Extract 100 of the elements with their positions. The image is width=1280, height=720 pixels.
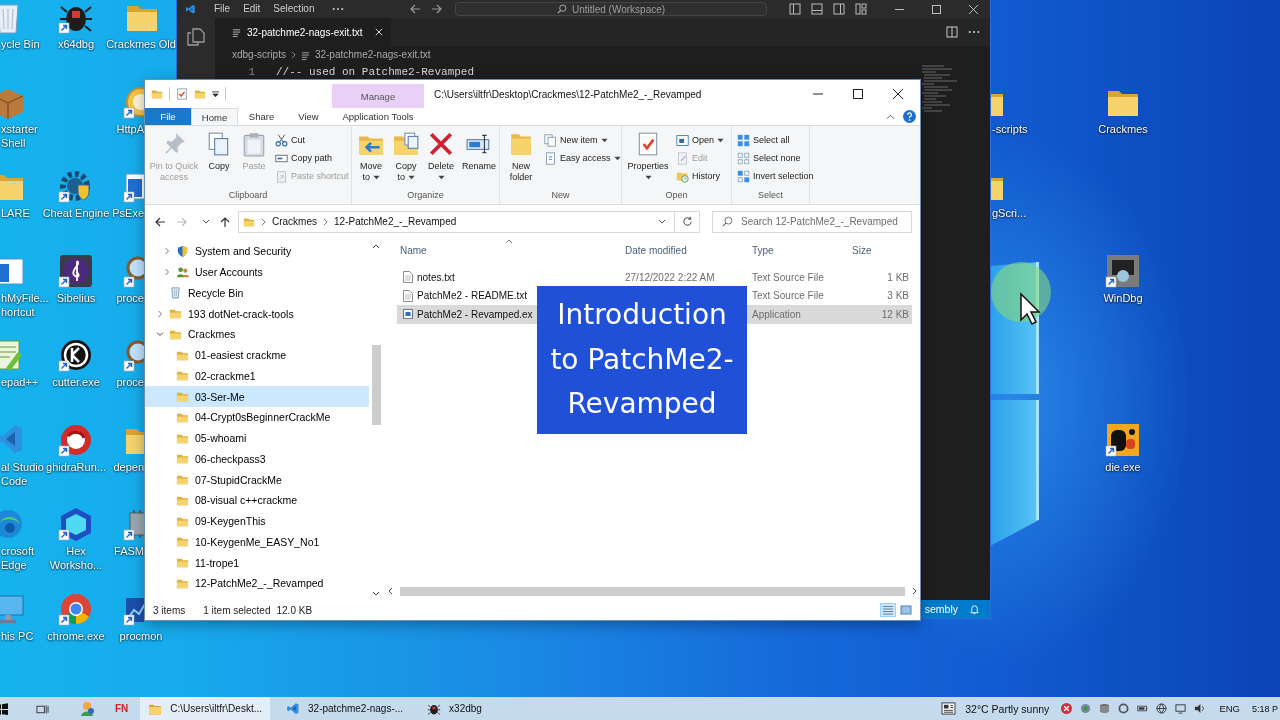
help-icon[interactable] (903, 110, 916, 123)
ribbon-button[interactable]: New item (542, 131, 623, 149)
clock[interactable]: 5:18 P (1251, 703, 1280, 714)
taskbar-window-button[interactable]: 32-patchme2-nags-... (278, 697, 412, 720)
close-icon[interactable] (893, 89, 903, 99)
column-header[interactable]: Type (745, 238, 848, 262)
files-icon[interactable] (187, 28, 205, 46)
chevron-left-icon[interactable] (388, 587, 393, 595)
tree-item[interactable]: 10-KeygenMe_EASY_No1 (145, 531, 369, 553)
disc-logo-icon[interactable] (58, 422, 94, 457)
language-indicator[interactable]: ENG (1219, 703, 1240, 714)
ribbon-tab[interactable]: Share (238, 108, 285, 125)
desktop-icon-label[interactable]: gScri... (992, 206, 1027, 220)
ribbon-button[interactable]: Move to (355, 130, 387, 184)
sidebar-toggle-icon[interactable] (789, 3, 801, 15)
chevron-up-icon[interactable] (372, 244, 380, 249)
taskbar-window-button[interactable]: C:\Users\iltfr\Deskt... (140, 697, 271, 720)
more-icon[interactable] (968, 30, 980, 34)
weather-button[interactable]: 32°C Partly sunny (937, 702, 1054, 715)
ribbon-button[interactable]: Copy path (273, 149, 351, 167)
ribbon-button[interactable]: Select all (735, 131, 816, 149)
breadcrumb-item[interactable]: xdbg-scripts (232, 49, 286, 61)
tree-item[interactable]: 193 dotNet-crack-tools (145, 303, 369, 324)
chevron-down-icon[interactable] (658, 219, 666, 224)
tree-item[interactable]: User Accounts (145, 261, 369, 283)
layout-icon[interactable] (855, 3, 867, 15)
ribbon-button[interactable]: History (674, 167, 727, 185)
scrollbar-thumb[interactable] (371, 345, 381, 425)
app-tray-icon[interactable] (1080, 703, 1092, 714)
ribbon-button[interactable]: New folder (503, 130, 539, 184)
tree-item[interactable]: System and Security (145, 241, 369, 262)
tree-item[interactable]: 03-Ser-Me (145, 386, 369, 407)
ribbon-button[interactable]: Copy to (390, 130, 422, 184)
chevron-right-icon[interactable] (261, 217, 266, 226)
ring-icon[interactable] (1118, 703, 1130, 714)
large-icons-view-icon[interactable] (898, 603, 914, 617)
secondary-sidebar-icon[interactable] (833, 3, 845, 15)
music-icon[interactable] (58, 253, 94, 288)
tree-item[interactable]: 07-StupidCrackMe (145, 469, 369, 490)
command-center-field[interactable]: Untitled (Workspace) (455, 2, 767, 16)
maximize-icon[interactable] (853, 89, 863, 99)
tree-item[interactable]: Recycle Bin (145, 282, 369, 304)
search-field[interactable]: Search 12-PatchMe2_-_Revamped (712, 210, 912, 233)
chevron-right-icon[interactable] (323, 217, 328, 226)
ribbon-tab[interactable]: View (285, 108, 332, 125)
bell-icon[interactable] (969, 603, 980, 615)
editor-logo-icon[interactable] (185, 3, 196, 15)
back-icon[interactable] (409, 4, 421, 14)
status-bar-item[interactable]: sembly (924, 603, 958, 615)
properties-icon[interactable] (176, 88, 188, 100)
tree-item[interactable]: 11-trope1 (145, 552, 369, 573)
split-editor-icon[interactable] (946, 26, 958, 38)
breadcrumb-item[interactable]: Crackmes (272, 216, 317, 227)
tree-item[interactable]: 04-Crypt0sBeginnerCrackMe (145, 407, 369, 428)
tree-item[interactable]: 09-KeygenThis (145, 510, 369, 532)
panel-toggle-icon[interactable] (811, 3, 823, 15)
chevron-right-icon[interactable] (912, 587, 917, 595)
column-header[interactable]: Size (848, 238, 912, 262)
tricolor-disc-icon[interactable] (58, 591, 94, 626)
desktop-icon-label[interactable]: die.exe (1105, 459, 1141, 474)
caret-icon[interactable] (212, 90, 219, 98)
task-view-icon[interactable] (36, 702, 49, 715)
chevron-down-icon[interactable] (372, 591, 380, 596)
tile-logo-icon[interactable] (1105, 422, 1141, 457)
more-icon[interactable] (331, 7, 344, 11)
desktop-icon-label[interactable]: Crackmes (1098, 121, 1148, 136)
tree-item[interactable]: 05-whoami (145, 427, 369, 449)
breadcrumb-item[interactable]: 12-PatchMe2_-_Revamped (334, 216, 457, 227)
up-icon[interactable] (219, 215, 231, 228)
refresh-button[interactable] (675, 210, 700, 233)
menu-item[interactable]: File (214, 3, 231, 15)
column-header[interactable]: Name (397, 238, 620, 262)
tree-item[interactable]: Crackmes (145, 324, 369, 345)
ribbon-button[interactable]: Properties (625, 130, 671, 184)
hexagon-icon[interactable] (58, 507, 94, 541)
ribbon-button[interactable]: Rename (460, 130, 498, 173)
ribbon-tab[interactable]: Application Tools (332, 108, 424, 125)
editor-tab[interactable]: 32-patchme2-nags-exit.txt (215, 18, 391, 46)
address-field[interactable]: Crackmes 12-PatchMe2_-_Revamped (238, 210, 675, 233)
tree-item[interactable]: 08-visual c++crackme (145, 490, 369, 511)
menu-item[interactable]: Edit (243, 3, 261, 15)
magnifier-icon[interactable] (123, 338, 144, 372)
tree-item[interactable]: 01-easiest crackme (145, 344, 369, 366)
desktop-icon-label[interactable]: -scripts (992, 121, 1028, 136)
desktop-icon-label[interactable]: WinDbg (1103, 290, 1143, 305)
chevron-down-icon[interactable] (202, 219, 210, 224)
chip-icon[interactable] (123, 507, 144, 541)
column-header[interactable]: Date modified (620, 238, 745, 262)
details-view-icon[interactable] (880, 603, 896, 617)
monitor-icon[interactable] (1105, 253, 1141, 288)
ribbon-button[interactable]: Copy (203, 130, 235, 173)
ribbon-tab[interactable]: File (145, 108, 191, 125)
ribbon-button[interactable]: Invert selection (735, 167, 816, 185)
error-icon[interactable] (1061, 703, 1073, 714)
start-icon[interactable] (0, 702, 8, 715)
ribbon-button[interactable]: Delete (425, 130, 457, 184)
ribbon-button[interactable]: Open (674, 131, 727, 149)
back-icon[interactable] (154, 215, 166, 228)
ribbon-tab[interactable]: Home (191, 108, 238, 125)
battery-icon[interactable] (1137, 703, 1149, 714)
